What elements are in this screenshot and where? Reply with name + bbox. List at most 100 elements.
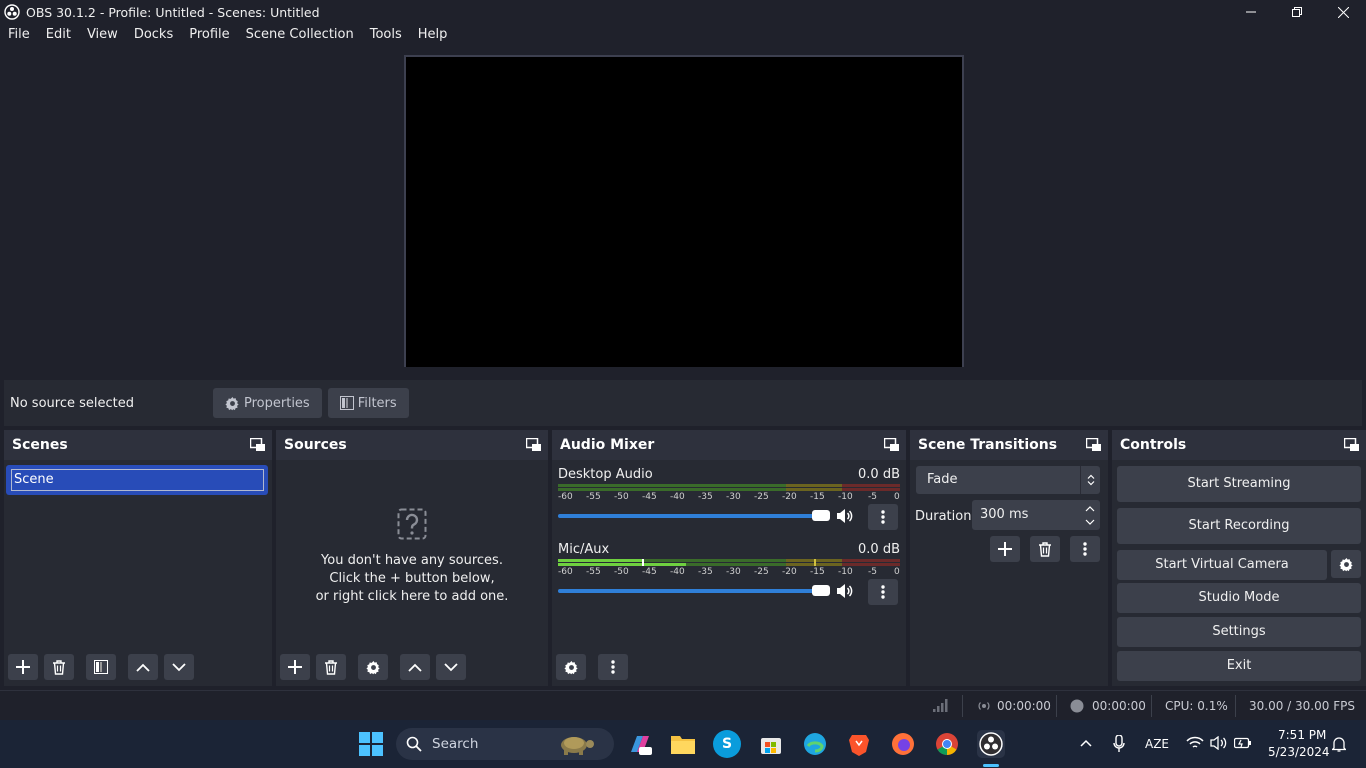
tick-label: 0: [894, 567, 900, 577]
menu-scene-collection[interactable]: Scene Collection: [238, 24, 362, 46]
properties-button[interactable]: Properties: [213, 388, 322, 418]
settings-button[interactable]: Settings: [1117, 617, 1361, 647]
undock-icon[interactable]: [1344, 438, 1360, 452]
virtual-camera-settings-button[interactable]: [1331, 550, 1361, 578]
volume-icon[interactable]: [1210, 736, 1228, 750]
turtle-icon: [552, 732, 608, 756]
menu-help[interactable]: Help: [410, 24, 456, 46]
remove-source-button[interactable]: [316, 654, 346, 680]
undock-icon[interactable]: [1086, 438, 1102, 452]
microphone-icon[interactable]: [1113, 735, 1125, 753]
tick-label: -40: [670, 492, 685, 502]
search-label: Search: [432, 736, 479, 752]
tick-label: 0: [894, 492, 900, 502]
controls-title: Controls: [1120, 437, 1187, 453]
properties-label: Properties: [244, 395, 310, 411]
remove-transition-button[interactable]: [1030, 536, 1060, 562]
updown-icon: [1080, 466, 1100, 494]
undock-icon[interactable]: [526, 438, 542, 452]
tick-label: -60: [558, 567, 573, 577]
spin-up-icon[interactable]: [1085, 505, 1095, 512]
add-source-button[interactable]: [280, 654, 310, 680]
tick-label: -50: [614, 567, 629, 577]
move-source-down-button[interactable]: [436, 654, 466, 680]
skype-icon[interactable]: S: [713, 730, 741, 758]
tick-label: -20: [782, 492, 797, 502]
transition-menu-button[interactable]: [1070, 536, 1100, 562]
studio-mode-button[interactable]: Studio Mode: [1117, 583, 1361, 613]
filters-button[interactable]: Filters: [327, 388, 409, 418]
microsoft-store-icon[interactable]: [757, 730, 785, 758]
restore-button[interactable]: [1274, 0, 1320, 24]
add-scene-button[interactable]: [8, 654, 38, 680]
add-transition-button[interactable]: [990, 536, 1020, 562]
menu-file[interactable]: File: [0, 24, 38, 46]
undock-icon[interactable]: [250, 438, 266, 452]
scene-filters-button[interactable]: [86, 654, 116, 680]
move-source-up-button[interactable]: [400, 654, 430, 680]
transition-select[interactable]: Fade: [916, 466, 1100, 494]
clock-time[interactable]: 7:51 PM: [1278, 728, 1326, 742]
source-toolbar: No source selected Properties Filters: [4, 380, 1362, 426]
move-scene-down-button[interactable]: [164, 654, 194, 680]
plus-icon: [288, 660, 302, 674]
file-explorer-icon[interactable]: [669, 730, 697, 758]
scenes-title: Scenes: [12, 437, 68, 453]
menu-view[interactable]: View: [79, 24, 126, 46]
copilot-icon[interactable]: [626, 730, 654, 758]
scene-name[interactable]: Scene: [11, 469, 264, 491]
channel-menu-button[interactable]: [868, 504, 898, 530]
channel-name: Desktop Audio: [558, 467, 653, 482]
close-button[interactable]: [1320, 0, 1366, 24]
keyboard-language[interactable]: AZE: [1145, 737, 1169, 751]
menu-tools[interactable]: Tools: [362, 24, 410, 46]
speaker-icon[interactable]: [836, 508, 854, 524]
menu-docks[interactable]: Docks: [126, 24, 181, 46]
volume-slider-track[interactable]: [558, 589, 820, 593]
gear-icon: [563, 660, 579, 675]
menu-profile[interactable]: Profile: [181, 24, 237, 46]
wifi-icon[interactable]: [1186, 736, 1204, 750]
taskbar-search[interactable]: Search: [396, 728, 614, 760]
preview-canvas[interactable]: [404, 55, 964, 367]
start-virtual-camera-button[interactable]: Start Virtual Camera: [1117, 550, 1327, 580]
clock-date[interactable]: 5/23/2024: [1268, 745, 1330, 759]
windows-start-icon[interactable]: [357, 730, 385, 758]
scene-transitions-dock: Scene Transitions Fade Duration 300 ms: [910, 430, 1108, 686]
minimize-button[interactable]: [1228, 0, 1274, 24]
source-properties-button[interactable]: [358, 654, 388, 680]
volume-slider-handle[interactable]: [812, 585, 830, 596]
firefox-icon[interactable]: [889, 730, 917, 758]
duration-input[interactable]: 300 ms: [972, 500, 1100, 530]
tick-label: -35: [698, 492, 713, 502]
move-scene-up-button[interactable]: [128, 654, 158, 680]
obs-taskbar-icon[interactable]: [977, 730, 1005, 758]
channel-menu-button[interactable]: [868, 579, 898, 605]
undock-icon[interactable]: [884, 438, 900, 452]
tick-label: -20: [782, 567, 797, 577]
notification-bell-icon[interactable]: [1332, 736, 1346, 752]
speaker-icon[interactable]: [836, 583, 854, 599]
mixer-channel-desktop: Desktop Audio 0.0 dB -60 -55 -50 -45 -40…: [558, 467, 900, 530]
exit-button[interactable]: Exit: [1117, 651, 1361, 681]
scene-list-item[interactable]: Scene: [6, 465, 268, 495]
mixer-menu-button[interactable]: [598, 654, 628, 680]
edge-icon[interactable]: [801, 730, 829, 758]
advanced-audio-button[interactable]: [556, 654, 586, 680]
filter-icon: [339, 396, 358, 410]
chevron-up-icon[interactable]: [1080, 739, 1092, 747]
battery-icon[interactable]: [1234, 737, 1252, 749]
chrome-icon[interactable]: [933, 730, 961, 758]
meter-ticks: -60 -55 -50 -45 -40 -35 -30 -25 -20 -15 …: [558, 567, 900, 579]
brave-icon[interactable]: [845, 730, 873, 758]
start-streaming-button[interactable]: Start Streaming: [1117, 466, 1361, 502]
tick-label: -30: [726, 492, 741, 502]
volume-slider-track[interactable]: [558, 514, 820, 518]
remove-scene-button[interactable]: [44, 654, 74, 680]
start-recording-button[interactable]: Start Recording: [1117, 508, 1361, 544]
tick-label: -60: [558, 492, 573, 502]
menu-edit[interactable]: Edit: [38, 24, 79, 46]
spin-down-icon[interactable]: [1085, 519, 1095, 525]
sources-dock[interactable]: Sources You don't have any sources. Clic…: [276, 430, 548, 686]
volume-slider-handle[interactable]: [812, 510, 830, 521]
